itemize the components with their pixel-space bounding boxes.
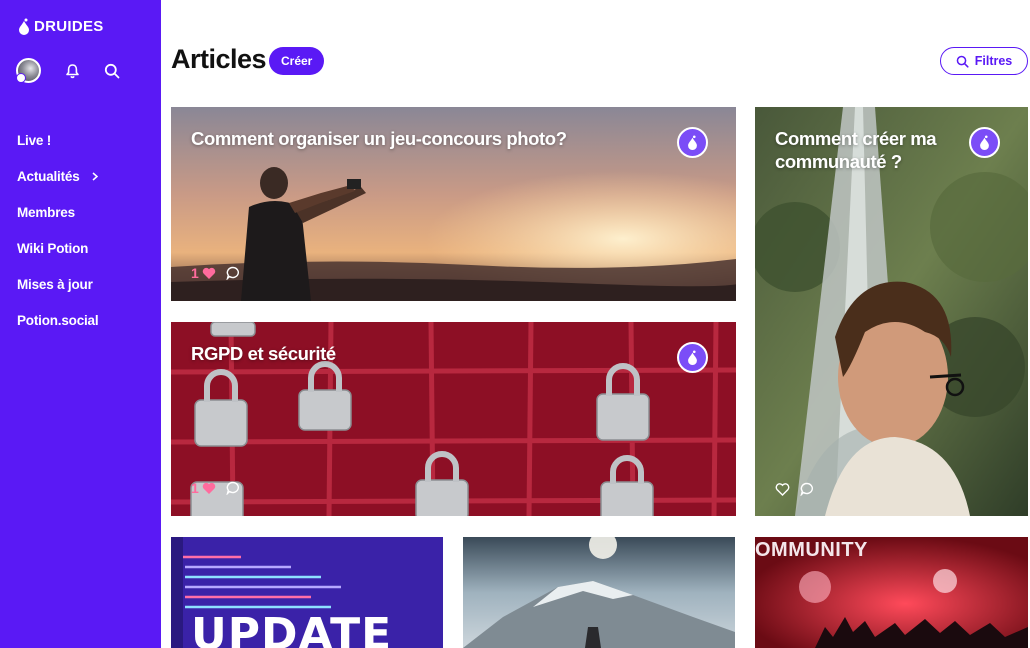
like-count: 1 bbox=[191, 265, 199, 281]
potion-badge-icon bbox=[677, 342, 708, 373]
comment-icon[interactable] bbox=[226, 266, 240, 280]
sidebar-item-label: Membres bbox=[17, 204, 75, 220]
image-caption-text: OMMUNITY bbox=[755, 539, 868, 561]
image-caption-text: UPDATE bbox=[191, 609, 393, 648]
heart-outline-icon[interactable] bbox=[775, 482, 790, 496]
sidebar-top-icons bbox=[16, 58, 120, 83]
article-card[interactable]: RGPD et sécurité 1 bbox=[171, 322, 736, 516]
avatar[interactable] bbox=[16, 58, 41, 83]
avatar-status-badge bbox=[16, 73, 26, 83]
main-content: Articles Créer Filtres Comment organiser… bbox=[161, 0, 1030, 648]
search-icon[interactable] bbox=[104, 63, 120, 79]
sidebar-item-label: Live ! bbox=[17, 132, 52, 148]
likes[interactable]: 1 bbox=[191, 265, 216, 281]
article-card[interactable]: OMMUNITY bbox=[755, 537, 1028, 648]
article-meta: 1 bbox=[191, 265, 240, 281]
sidebar-item-label: Mises à jour bbox=[17, 276, 93, 292]
sidebar-item-mises-a-jour[interactable]: Mises à jour bbox=[17, 266, 98, 302]
sidebar-item-potion-social[interactable]: Potion.social bbox=[17, 302, 99, 338]
filters-button[interactable]: Filtres bbox=[940, 47, 1028, 75]
sidebar-item-membres[interactable]: Membres bbox=[17, 194, 98, 230]
brand-logo[interactable]: DRUIDES bbox=[17, 18, 104, 35]
article-image-mountain bbox=[463, 537, 735, 648]
sidebar-item-label: Actualités bbox=[17, 168, 80, 184]
article-card[interactable]: Comment créer ma communauté ? bbox=[755, 107, 1028, 516]
article-meta: 1 bbox=[191, 480, 240, 496]
article-meta bbox=[775, 482, 814, 496]
article-title: Comment organiser un jeu-concours photo? bbox=[191, 128, 567, 149]
sidebar-item-label: Potion.social bbox=[17, 312, 99, 328]
article-card[interactable]: Comment organiser un jeu-concours photo?… bbox=[171, 107, 736, 301]
like-count: 1 bbox=[191, 480, 199, 496]
potion-badge-icon bbox=[969, 127, 1000, 158]
comment-icon[interactable] bbox=[800, 482, 814, 496]
filters-label: Filtres bbox=[974, 54, 1013, 68]
comment-icon[interactable] bbox=[226, 481, 240, 495]
page-title: Articles bbox=[171, 44, 267, 74]
sidebar-item-live[interactable]: Live ! bbox=[17, 122, 98, 158]
brand-name: DRUIDES bbox=[34, 18, 104, 35]
article-card[interactable]: UPDATE bbox=[171, 537, 443, 648]
chevron-right-icon bbox=[92, 171, 98, 181]
article-title: RGPD et sécurité bbox=[191, 343, 336, 364]
search-icon bbox=[956, 55, 969, 68]
sidebar-item-label: Wiki Potion bbox=[17, 240, 89, 256]
bell-icon[interactable] bbox=[65, 63, 80, 79]
create-button[interactable]: Créer bbox=[269, 47, 325, 75]
potion-badge-icon bbox=[677, 127, 708, 158]
sidebar-item-wiki-potion[interactable]: Wiki Potion bbox=[17, 230, 98, 266]
heart-filled-icon bbox=[202, 267, 216, 279]
article-title: Comment créer ma communauté ? bbox=[775, 128, 937, 172]
sidebar-item-actualites[interactable]: Actualités bbox=[17, 158, 98, 194]
article-card[interactable] bbox=[463, 537, 735, 648]
potion-drop-icon bbox=[19, 18, 29, 35]
heart-filled-icon bbox=[202, 482, 216, 494]
likes[interactable]: 1 bbox=[191, 480, 216, 496]
sidebar-nav: Live ! Actualités Membres Wiki Potion Mi… bbox=[17, 122, 99, 338]
sidebar: DRUIDES Live ! Actualités Membres Wiki P… bbox=[0, 0, 161, 648]
